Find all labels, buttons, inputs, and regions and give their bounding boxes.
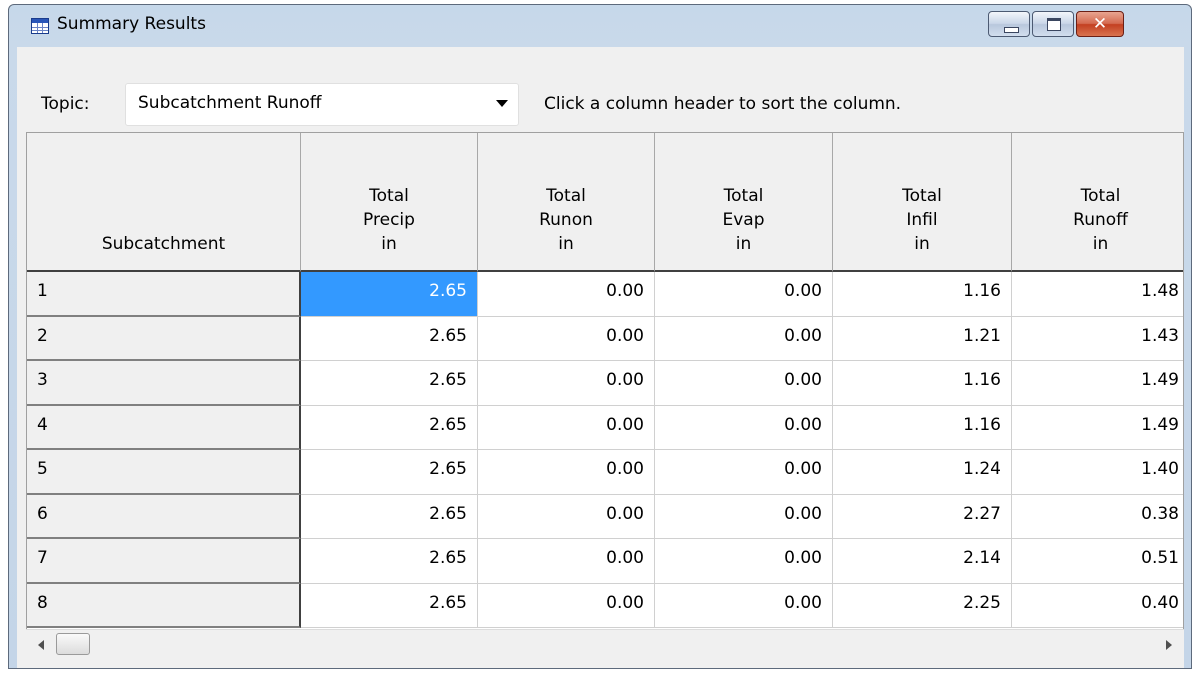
arrow-right-icon xyxy=(1166,640,1172,650)
table-cell[interactable]: 2.65 xyxy=(301,450,478,495)
table-cell[interactable]: 0.00 xyxy=(655,494,833,539)
table-cell[interactable]: 1.48 xyxy=(1012,272,1183,317)
row-header[interactable]: 4 xyxy=(27,405,301,450)
minimize-button[interactable] xyxy=(988,11,1030,37)
minimize-icon xyxy=(1004,27,1019,33)
table-cell[interactable]: 2.65 xyxy=(301,405,478,450)
table-cell[interactable]: 0.00 xyxy=(478,361,655,406)
table-cell[interactable]: 2.65 xyxy=(301,494,478,539)
table-cell[interactable]: 1.16 xyxy=(833,272,1012,317)
row-header[interactable]: 6 xyxy=(27,494,301,539)
column-header-line: Evap xyxy=(722,210,765,230)
table-cell[interactable]: 0.00 xyxy=(655,450,833,495)
row-header[interactable]: 2 xyxy=(27,316,301,361)
column-header-line: in xyxy=(1092,234,1109,254)
maximize-icon xyxy=(1047,18,1061,31)
table-cell[interactable]: 2.65 xyxy=(301,361,478,406)
column-header-line: Runon xyxy=(539,210,593,230)
topic-label: Topic: xyxy=(41,94,90,114)
table-cell[interactable]: 0.00 xyxy=(655,405,833,450)
table-cell[interactable]: 0.00 xyxy=(478,272,655,317)
column-header-line: Total xyxy=(902,186,942,206)
column-header-line: Runoff xyxy=(1073,210,1128,230)
table-cell[interactable]: 1.40 xyxy=(1012,450,1183,495)
close-icon: ✕ xyxy=(1092,14,1108,34)
table-cell[interactable]: 0.00 xyxy=(478,450,655,495)
horizontal-scrollbar[interactable] xyxy=(26,629,1184,659)
table-cell[interactable]: 2.65 xyxy=(301,583,478,628)
table-cell[interactable]: 0.38 xyxy=(1012,494,1183,539)
table-cell[interactable]: 2.65 xyxy=(301,316,478,361)
summary-results-window: Summary Results ✕ Topic: Subcatchment Ru… xyxy=(8,4,1192,669)
table-cell[interactable]: 0.00 xyxy=(655,316,833,361)
scroll-left-button[interactable] xyxy=(30,632,54,656)
table-cell[interactable]: 2.25 xyxy=(833,583,1012,628)
table-cell[interactable]: 1.16 xyxy=(833,405,1012,450)
table-cell[interactable]: 1.16 xyxy=(833,361,1012,406)
column-header-line: in xyxy=(735,234,752,254)
close-button[interactable]: ✕ xyxy=(1076,11,1124,37)
row-header[interactable]: 1 xyxy=(27,272,301,317)
row-header[interactable]: 3 xyxy=(27,361,301,406)
table-cell[interactable]: 0.00 xyxy=(655,583,833,628)
results-table[interactable]: Subcatchment Total Precip in Total Runon in Tot… xyxy=(26,132,1184,659)
row-header[interactable]: 7 xyxy=(27,539,301,584)
table-cell[interactable]: 2.14 xyxy=(833,539,1012,584)
column-header-total-precip[interactable]: Total Precip in xyxy=(301,133,478,272)
column-header-line: Total xyxy=(1080,186,1121,206)
scrollbar-thumb[interactable] xyxy=(56,633,90,655)
column-header-line: Infil xyxy=(906,210,938,230)
sort-hint-text: Click a column header to sort the column… xyxy=(544,94,902,114)
row-header[interactable]: 8 xyxy=(27,583,301,628)
column-header-line: Precip xyxy=(363,210,415,230)
column-header-total-infil[interactable]: Total Infil in xyxy=(833,133,1012,272)
table-cell[interactable]: 0.00 xyxy=(655,539,833,584)
row-header[interactable]: 5 xyxy=(27,450,301,495)
table-cell[interactable]: 2.27 xyxy=(833,494,1012,539)
window-title: Summary Results xyxy=(57,14,206,34)
topic-selected-value: Subcatchment Runoff xyxy=(138,93,322,113)
table-cell[interactable]: 0.00 xyxy=(655,272,833,317)
scroll-right-button[interactable] xyxy=(1156,632,1180,656)
chevron-down-icon[interactable] xyxy=(496,100,508,107)
column-header-total-runoff[interactable]: Total Runoff in xyxy=(1012,133,1183,272)
table-cell[interactable]: 0.00 xyxy=(655,361,833,406)
column-header-line: Total xyxy=(723,186,764,206)
table-cell[interactable]: 0.00 xyxy=(478,539,655,584)
table-cell[interactable]: 1.21 xyxy=(833,316,1012,361)
table-cell[interactable]: 2.65 xyxy=(301,539,478,584)
table-cell[interactable]: 0.00 xyxy=(478,316,655,361)
table-cell[interactable]: 0.00 xyxy=(478,405,655,450)
table-cell[interactable]: 1.24 xyxy=(833,450,1012,495)
maximize-button[interactable] xyxy=(1032,11,1074,37)
table-cell-selected[interactable]: 2.65 xyxy=(301,272,478,317)
arrow-left-icon xyxy=(38,640,44,650)
table-cell[interactable]: 1.49 xyxy=(1012,405,1183,450)
column-header-line: in xyxy=(558,234,574,254)
column-header-line: in xyxy=(381,234,397,254)
table-cell[interactable]: 1.49 xyxy=(1012,361,1183,406)
table-cell[interactable]: 0.00 xyxy=(478,494,655,539)
table-cell[interactable]: 0.40 xyxy=(1012,583,1183,628)
column-header-total-evap[interactable]: Total Evap in xyxy=(655,133,833,272)
column-header-line: Total xyxy=(369,186,409,206)
column-header-subcatchment[interactable]: Subcatchment xyxy=(27,133,301,272)
title-bar[interactable]: Summary Results ✕ xyxy=(9,5,1191,47)
column-header-line: Subcatchment xyxy=(101,234,226,254)
topic-dropdown[interactable]: Subcatchment Runoff xyxy=(125,83,519,126)
table-cell[interactable]: 1.43 xyxy=(1012,316,1183,361)
table-cell[interactable]: 0.51 xyxy=(1012,539,1183,584)
column-header-line: Total xyxy=(546,186,586,206)
table-cell[interactable]: 0.00 xyxy=(478,583,655,628)
column-header-line: in xyxy=(914,234,930,254)
column-header-total-runon[interactable]: Total Runon in xyxy=(478,133,655,272)
table-grid-icon xyxy=(31,18,49,34)
